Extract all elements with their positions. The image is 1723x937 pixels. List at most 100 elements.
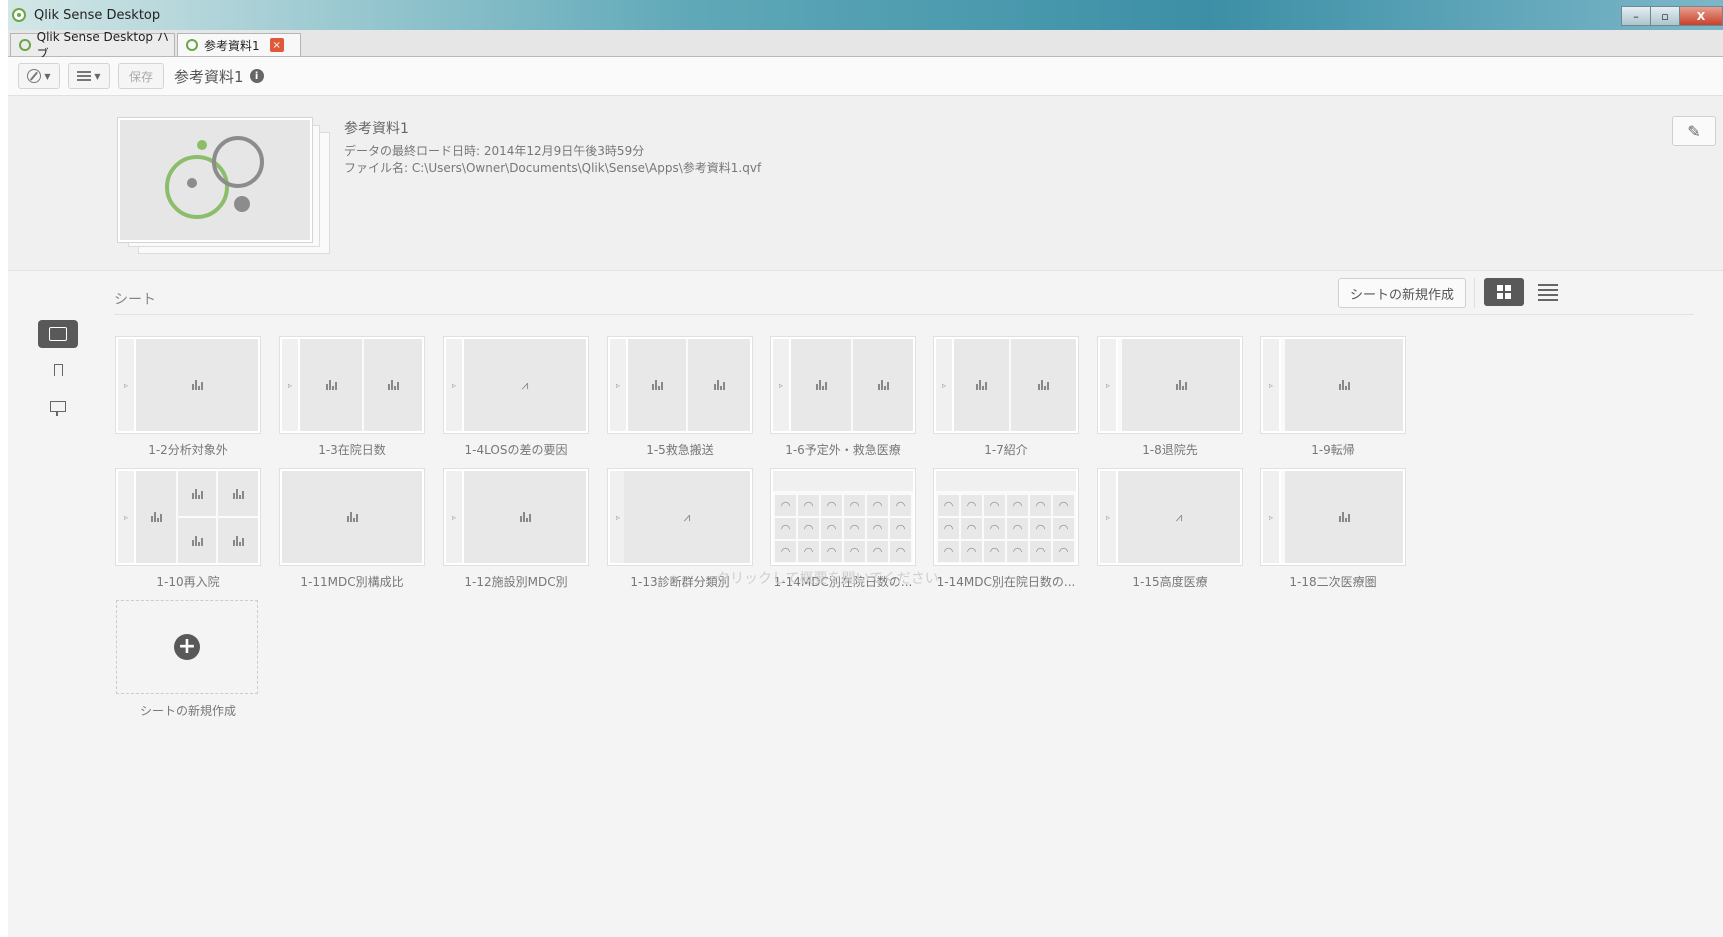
sheet-card[interactable]: ▹ 1-18二次医療圏 [1261, 469, 1405, 590]
edit-icon[interactable]: ✎ [1672, 116, 1716, 146]
sheet-title: 1-6予定外・救急医療 [785, 443, 901, 457]
maximize-button[interactable]: ▫ [1650, 6, 1680, 26]
sheet-thumbnail[interactable]: ▹ ⩘ [444, 337, 588, 433]
list-icon [77, 71, 92, 81]
sheet-title: 1-10再入院 [156, 575, 220, 589]
bar-chart-icon [877, 380, 889, 390]
sheet-thumbnail[interactable]: ◠ ◠ ◠ ◠ ◠ ◠ ◠ ◠ ◠ ◠ ◠ ◠ ◠ ◠ ◠ ◠ ◠ ◠ [771, 469, 915, 565]
gauge-icon: ◠ [821, 541, 842, 562]
gauge-icon: ◠ [890, 518, 911, 539]
info-icon[interactable]: i [249, 69, 264, 83]
app-name: 参考資料1 [344, 121, 409, 137]
caret-down-icon: ▼ [94, 71, 101, 81]
bookmark-icon [53, 364, 63, 376]
sheet-title: 1-14MDC別在院日数の... [936, 575, 1076, 589]
filter-pane-icon: ▹ [610, 339, 628, 431]
sheet-thumbnail[interactable]: ▹ [116, 337, 260, 433]
sheet-card[interactable]: ▹ 1-6予定外・救急医療 [771, 337, 915, 458]
save-button[interactable]: 保存 [118, 63, 164, 89]
bookmarks-nav-button[interactable] [38, 356, 78, 384]
tab-app[interactable]: 参考資料1 × [177, 33, 301, 56]
gauge-icon: ◠ [961, 541, 982, 562]
sheet-title: 1-4LOSの差の要因 [464, 443, 568, 457]
sheet-title: 1-11MDC別構成比 [300, 575, 404, 589]
chart-placeholder [464, 471, 586, 563]
grid-view-button[interactable] [1484, 278, 1524, 306]
app-title: 参考資料1 [174, 67, 244, 86]
gauge-icon: ◠ [1053, 541, 1074, 562]
tab-close-icon[interactable]: × [269, 38, 284, 52]
sheet-thumbnail[interactable]: ▹ ⩘ [1098, 469, 1242, 565]
gauge-icon: ◠ [984, 541, 1005, 562]
sheets-icon [49, 327, 67, 341]
sheet-card[interactable]: ▹ 1-10再入院 [116, 469, 260, 590]
tab-hub[interactable]: Qlik Sense Desktop ハブ [10, 30, 175, 61]
new-sheet-card[interactable]: + シートの新規作成 [116, 600, 260, 719]
qlik-window: Qlik Sense Desktop – ▫ X Qlik Sense Desk… [8, 0, 1723, 937]
gauge-icon: ◠ [798, 541, 819, 562]
gauge-icon: ◠ [890, 495, 911, 516]
sheet-thumbnail[interactable]: ◠ ◠ ◠ ◠ ◠ ◠ ◠ ◠ ◠ ◠ ◠ ◠ ◠ ◠ ◠ ◠ ◠ ◠ [934, 469, 1078, 565]
close-window-button[interactable]: X [1679, 6, 1723, 26]
sheet-card[interactable]: ▹ 1-12施設別MDC別 [444, 469, 588, 590]
sheet-card[interactable]: ▹ ⩘ 1-15高度医療 [1098, 469, 1242, 590]
sheet-thumbnail[interactable]: ▹ [1261, 469, 1405, 565]
sheet-thumbnail[interactable]: ▹ [934, 337, 1078, 433]
sheet-card[interactable]: ▹ 1-8退院先 [1098, 337, 1242, 458]
global-menu-button[interactable]: ▼ [68, 63, 110, 89]
gauge-icon: ◠ [984, 495, 1005, 516]
sheet-thumbnail[interactable]: ▹ [116, 469, 260, 565]
window-title: Qlik Sense Desktop [34, 7, 161, 23]
gauge-icon: ◠ [1030, 541, 1051, 562]
filter-pane-icon: ▹ [446, 339, 464, 431]
minimize-button[interactable]: – [1621, 6, 1651, 26]
sheet-title: 1-18二次医療圏 [1289, 575, 1377, 589]
bar-chart-icon [387, 380, 399, 390]
caret-down-icon: ▼ [44, 71, 51, 81]
filter-pane-icon: ▹ [1263, 471, 1281, 563]
sheet-card[interactable]: ▹ 1-2分析対象外 [116, 337, 260, 458]
chart-placeholder [1285, 471, 1403, 563]
list-view-button[interactable] [1538, 282, 1558, 302]
filter-pane-icon: ▹ [118, 339, 136, 431]
navigation-button[interactable]: ▼ [18, 63, 60, 89]
sheet-thumbnail[interactable] [280, 469, 424, 565]
sheet-thumbnail[interactable]: ▹ [444, 469, 588, 565]
sheet-thumbnail[interactable]: ▹ [280, 337, 424, 433]
sheet-thumbnail[interactable]: ▹ [1261, 337, 1405, 433]
sheet-card[interactable]: ▹ ⩘ 1-4LOSの差の要因 [444, 337, 588, 458]
new-sheet-tile[interactable]: + [116, 600, 258, 694]
sheet-card[interactable]: ◠ ◠ ◠ ◠ ◠ ◠ ◠ ◠ ◠ ◠ ◠ ◠ ◠ ◠ ◠ ◠ ◠ ◠ 1-14MDC別在院日数の... [934, 469, 1078, 590]
filter-pane-icon: ▹ [282, 339, 300, 431]
gauge-icon: ◠ [938, 518, 959, 539]
bar-chart-icon [191, 535, 203, 546]
sheet-card[interactable]: 1-11MDC別構成比 [280, 469, 424, 590]
filter-pane-icon: ▹ [936, 339, 954, 431]
sheets-nav-button[interactable] [38, 320, 78, 348]
bar-chart-icon [1338, 512, 1350, 522]
sheet-thumbnail[interactable]: ▹ [1098, 337, 1242, 433]
chart-placeholder [178, 518, 216, 563]
sheet-thumbnail[interactable]: ▹ [771, 337, 915, 433]
chart-placeholder [1011, 339, 1076, 431]
gauge-icon: ◠ [844, 541, 865, 562]
filter-pane-icon: ▹ [1263, 339, 1281, 431]
sheet-title: 1-2分析対象外 [148, 443, 228, 457]
sheet-card[interactable]: ▹ 1-9転帰 [1261, 337, 1405, 458]
divider [114, 314, 1694, 315]
window-titlebar: Qlik Sense Desktop – ▫ X [8, 0, 1723, 30]
gauge-icon: ◠ [1030, 495, 1051, 516]
stories-nav-button[interactable] [38, 392, 78, 420]
chart-placeholder [300, 339, 362, 431]
chart-placeholder [136, 339, 258, 431]
gauge-icon: ◠ [984, 518, 1005, 539]
sheet-card[interactable]: ▹ 1-3在院日数 [280, 337, 424, 458]
gauge-icon: ◠ [1053, 518, 1074, 539]
create-new-sheet-button[interactable]: シートの新規作成 [1338, 278, 1466, 308]
bar-chart-icon [1038, 380, 1049, 390]
sheet-card[interactable]: ▹ 1-7紹介 [934, 337, 1078, 458]
gauge-icon: ◠ [775, 518, 796, 539]
sheet-card[interactable]: ▹ 1-5救急搬送 [608, 337, 752, 458]
sheet-thumbnail[interactable]: ▹ ⩘ [608, 469, 752, 565]
sheet-thumbnail[interactable]: ▹ [608, 337, 752, 433]
